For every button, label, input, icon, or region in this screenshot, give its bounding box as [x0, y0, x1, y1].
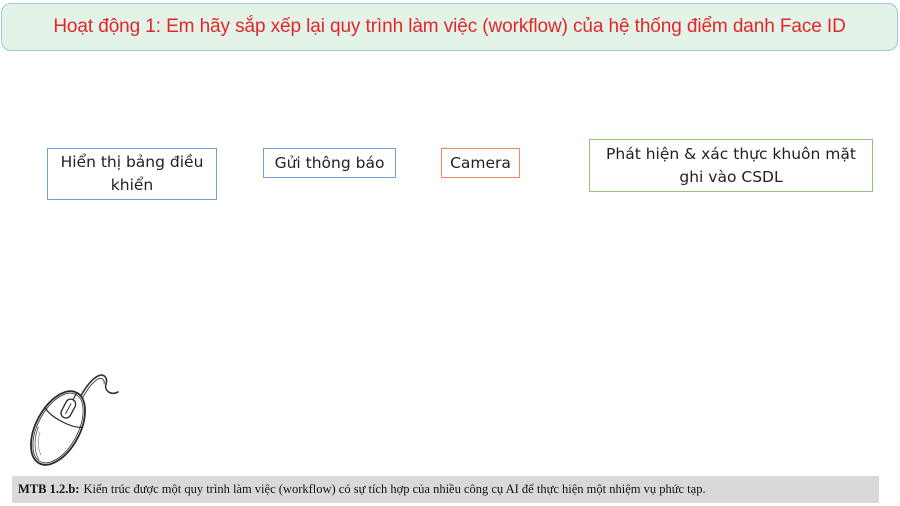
computer-mouse-icon [30, 374, 119, 466]
step-label-face-detection: Phát hiện & xác thực khuôn mặt ghi vào C… [606, 144, 856, 186]
step-card-camera[interactable]: Camera [441, 148, 520, 178]
step-card-notify[interactable]: Gửi thông báo [263, 148, 396, 178]
footer-criteria-code: MTB 1.2.b: [18, 482, 80, 496]
step-card-face-detection[interactable]: Phát hiện & xác thực khuôn mặt ghi vào C… [589, 139, 873, 192]
step-label-dashboard: Hiển thị bảng điều khiển [60, 153, 204, 194]
footer-criteria-text: Kiến trúc được một quy trình làm việc (w… [83, 482, 706, 496]
step-label-notify: Gửi thông báo [274, 153, 385, 172]
activity-title: Hoạt động 1: Em hãy sắp xếp lại quy trìn… [53, 16, 846, 37]
step-card-dashboard[interactable]: Hiển thị bảng điều khiển [47, 148, 217, 200]
activity-title-banner: Hoạt động 1: Em hãy sắp xếp lại quy trìn… [1, 3, 898, 51]
footer-criteria-bar: MTB 1.2.b: Kiến trúc được một quy trình … [12, 476, 879, 503]
step-label-camera: Camera [450, 153, 511, 172]
